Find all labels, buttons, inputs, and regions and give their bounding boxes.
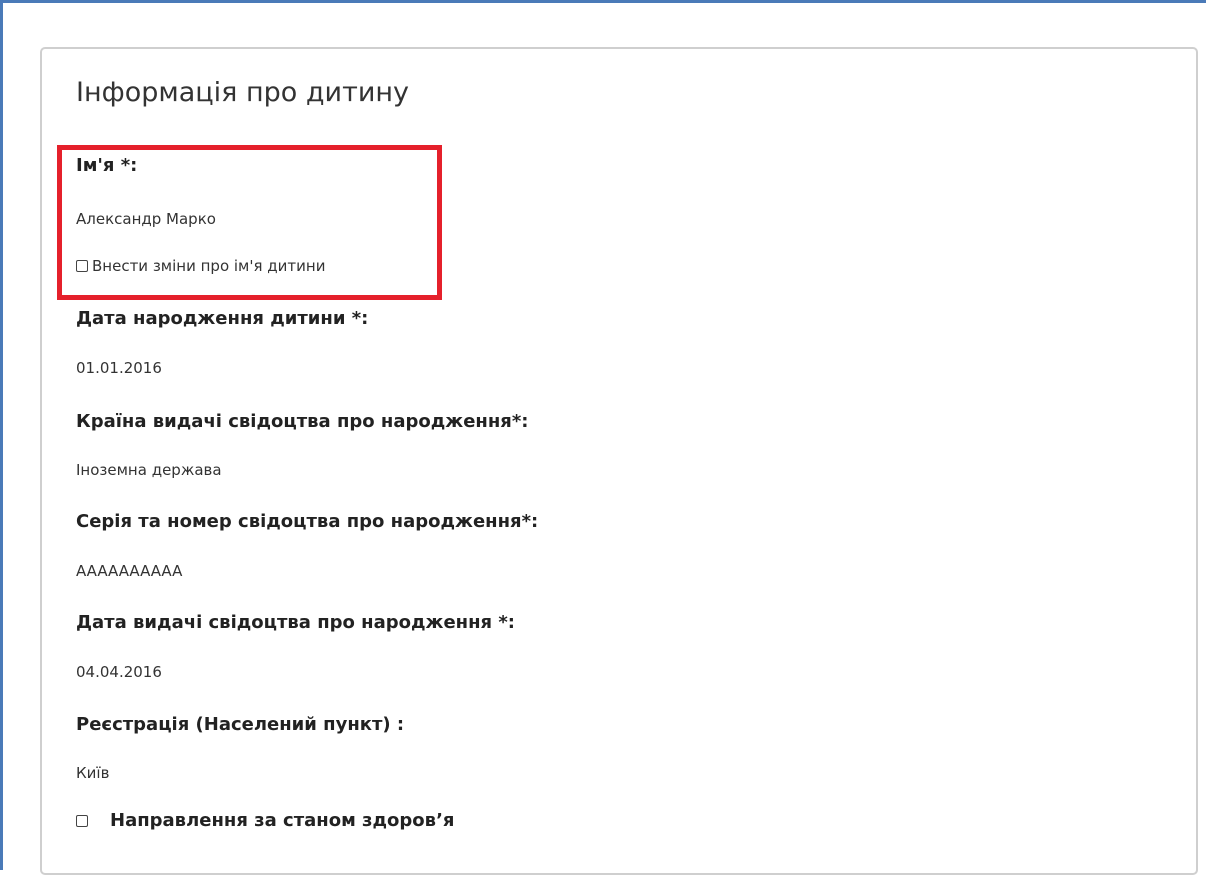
name-label: Ім'я *: (76, 155, 138, 176)
birth-date-label: Дата народження дитини *: (76, 308, 369, 329)
change-name-checkbox-label[interactable]: Внести зміни про ім'я дитини (92, 257, 325, 275)
registration-value: Київ (76, 764, 110, 782)
certificate-country-value: Іноземна держава (76, 461, 222, 479)
certificate-country-label: Країна видачі свідоцтва про народження*: (76, 411, 529, 432)
change-name-checkbox-row[interactable]: Внести зміни про ім'я дитини (76, 257, 325, 275)
certificate-number-value: AAAAAAAAAA (76, 562, 183, 580)
change-name-checkbox[interactable] (76, 260, 88, 272)
certificate-number-label: Серія та номер свідоцтва про народження*… (76, 511, 539, 532)
window-frame: Інформація про дитину Ім'я *: Александр … (0, 0, 1206, 875)
health-referral-label[interactable]: Направлення за станом здоров’я (110, 810, 454, 831)
certificate-date-value: 04.04.2016 (76, 663, 162, 681)
section-title: Інформація про дитину (76, 77, 409, 108)
child-info-card: Інформація про дитину Ім'я *: Александр … (40, 47, 1198, 875)
health-referral-checkbox[interactable] (76, 814, 88, 827)
birth-date-value: 01.01.2016 (76, 359, 162, 377)
registration-label: Реєстрація (Населений пункт) : (76, 714, 405, 735)
health-referral-checkbox-row[interactable]: Направлення за станом здоров’я (76, 810, 454, 831)
name-value: Александр Марко (76, 210, 216, 228)
certificate-date-label: Дата видачі свідоцтва про народження *: (76, 612, 515, 633)
